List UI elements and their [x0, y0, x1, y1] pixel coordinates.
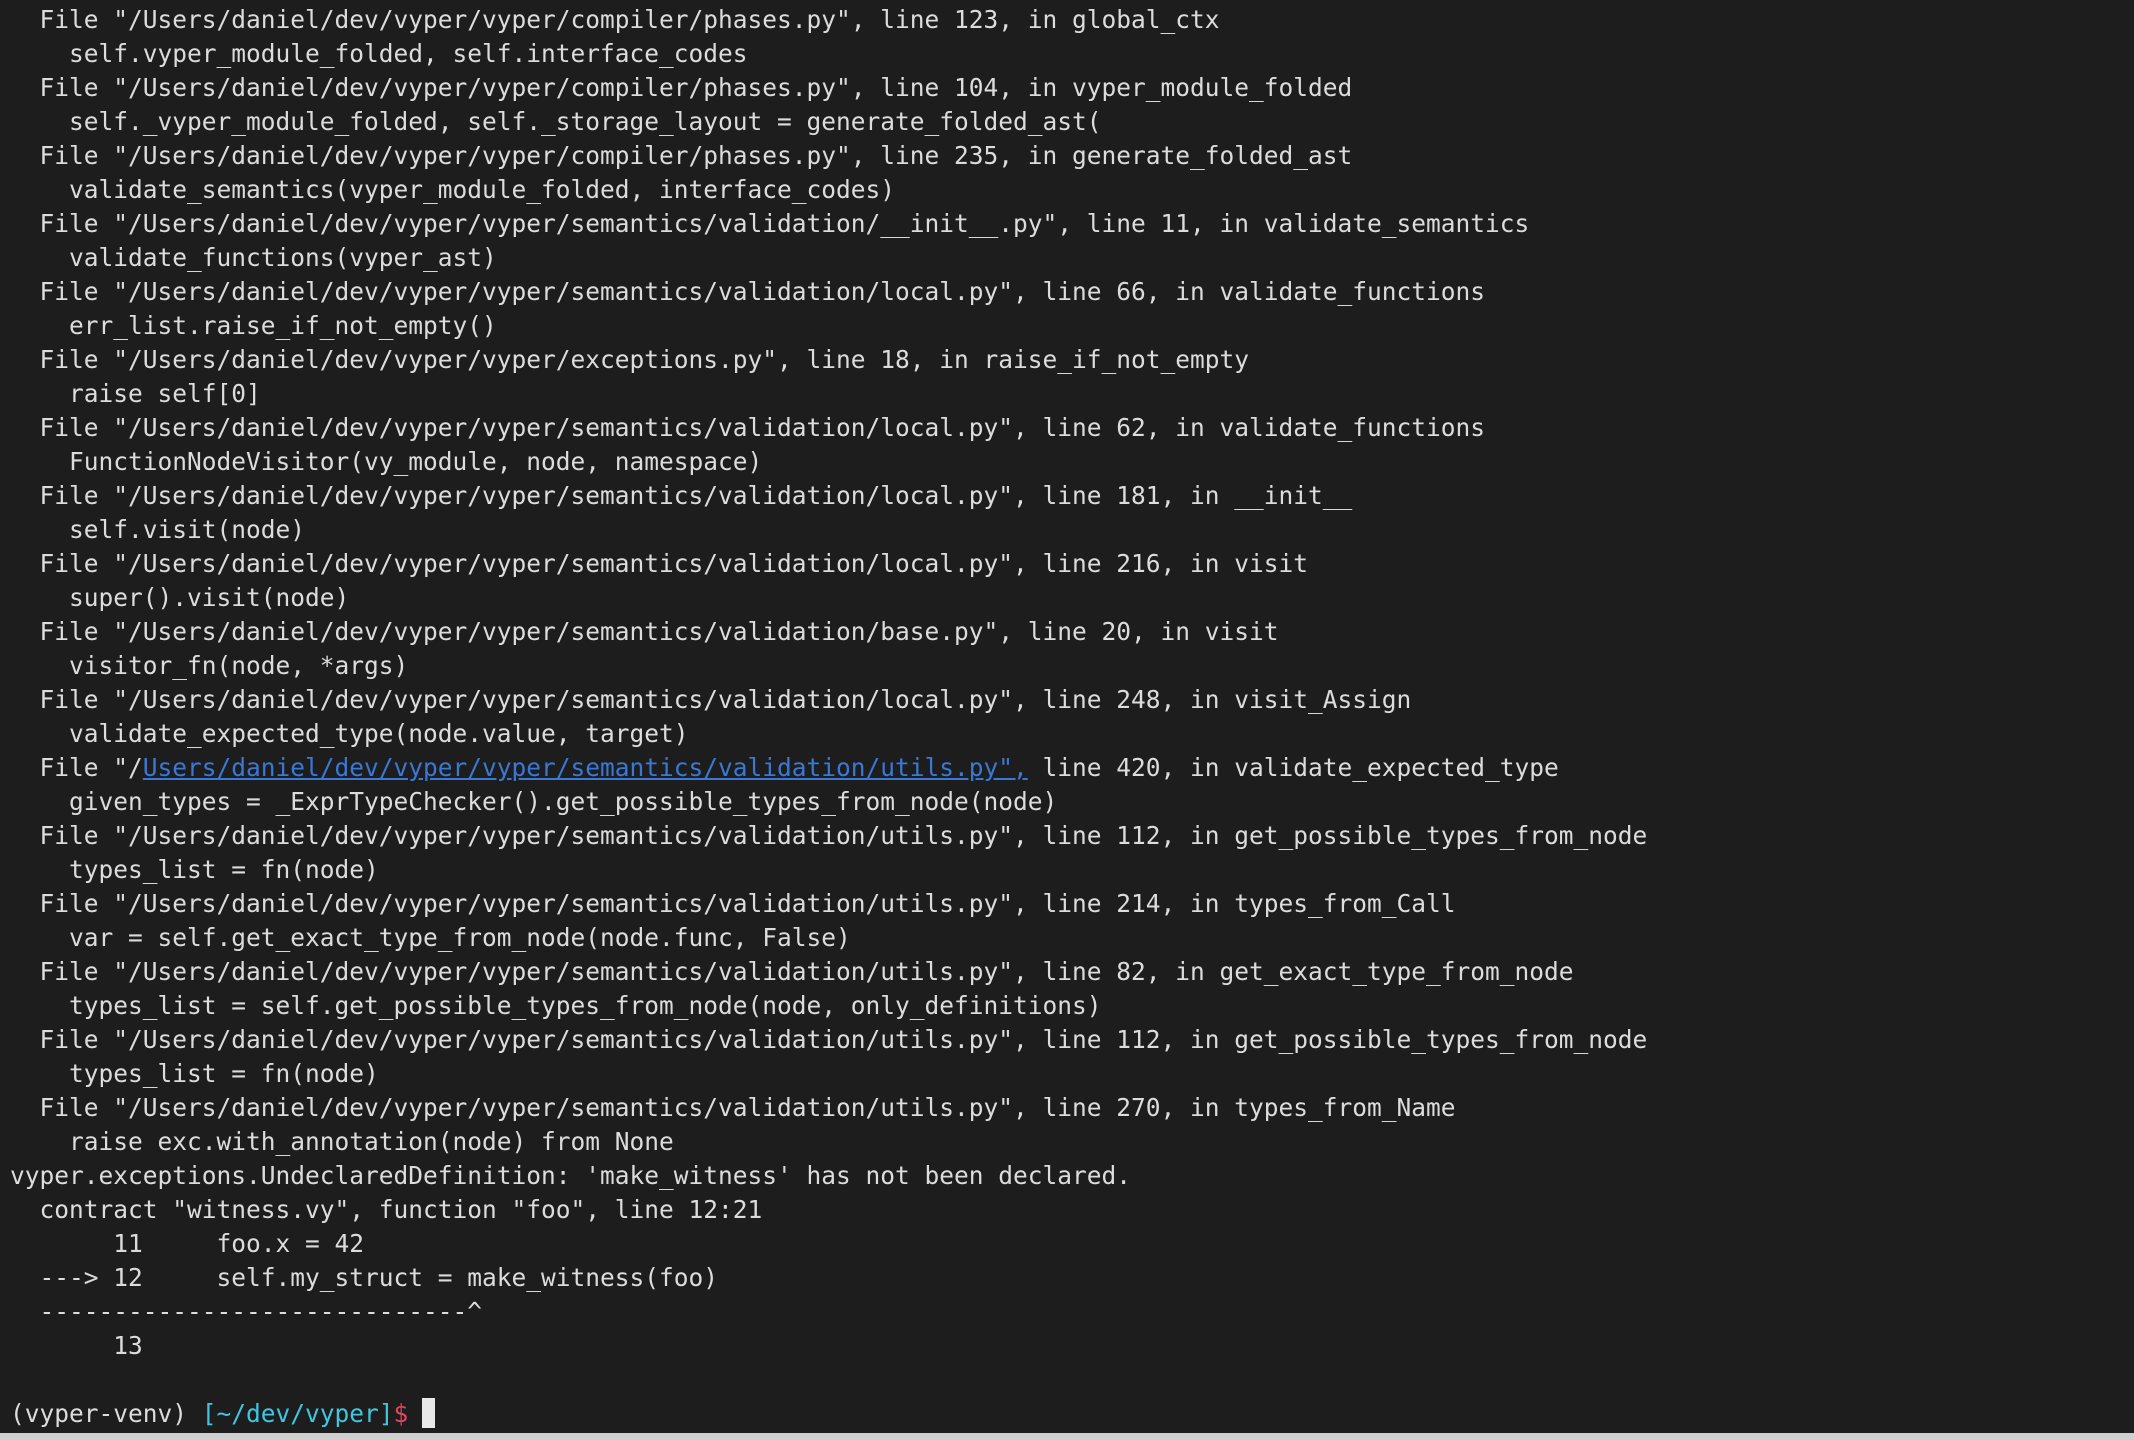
terminal-window[interactable]: File "/Users/daniel/dev/vyper/vyper/comp…: [0, 0, 2134, 1433]
traceback-line: File "/Users/daniel/dev/vyper/vyper/sema…: [10, 481, 1353, 510]
traceback-line: FunctionNodeVisitor(vy_module, node, nam…: [10, 447, 763, 476]
traceback-line: File "/Users/daniel/dev/vyper/vyper/sema…: [10, 277, 1486, 306]
traceback-line: validate_expected_type(node.value, targe…: [10, 719, 689, 748]
traceback-line: self.vyper_module_folded, self.interface…: [10, 39, 748, 68]
traceback-line: 11 foo.x = 42: [10, 1229, 365, 1258]
traceback-line: raise exc.with_annotation(node) from Non…: [10, 1127, 674, 1156]
traceback-line: File "/Users/daniel/dev/vyper/vyper/exce…: [10, 345, 1250, 374]
traceback-line: File "/Users/daniel/dev/vyper/vyper/sema…: [10, 413, 1486, 442]
text-cursor: [422, 1398, 436, 1428]
traceback-line: -----------------------------^: [10, 1297, 483, 1326]
traceback-link-line: File "/Users/daniel/dev/vyper/vyper/sema…: [10, 751, 2134, 785]
traceback-line: var = self.get_exact_type_from_node(node…: [10, 923, 851, 952]
traceback-line: File "/Users/daniel/dev/vyper/vyper/sema…: [10, 1025, 1648, 1054]
traceback-line: visitor_fn(node, *args): [10, 651, 409, 680]
traceback-line: raise self[0]: [10, 379, 261, 408]
traceback-line: File "/Users/daniel/dev/vyper/vyper/comp…: [10, 73, 1353, 102]
traceback-line: types_list = self.get_possible_types_fro…: [10, 991, 1102, 1020]
traceback-line: given_types = _ExprTypeChecker().get_pos…: [10, 787, 1058, 816]
shell-prompt[interactable]: (vyper-venv) [~/dev/vyper]$: [10, 1397, 2134, 1431]
traceback-line: File "/Users/daniel/dev/vyper/vyper/sema…: [10, 1093, 1456, 1122]
prompt-symbol: $: [393, 1399, 409, 1428]
traceback-line: err_list.raise_if_not_empty(): [10, 311, 497, 340]
traceback-line: super().visit(node): [10, 583, 350, 612]
traceback-line: File "/Users/daniel/dev/vyper/vyper/sema…: [10, 549, 1309, 578]
traceback-line: validate_functions(vyper_ast): [10, 243, 497, 272]
traceback-line: types_list = fn(node): [10, 855, 379, 884]
traceback-line: File "/Users/daniel/dev/vyper/vyper/comp…: [10, 141, 1353, 170]
link-line-suffix: line 420, in validate_expected_type: [1027, 753, 1559, 782]
traceback-line: ---> 12 self.my_struct = make_witness(fo…: [10, 1263, 719, 1292]
traceback-line: File "/Users/daniel/dev/vyper/vyper/sema…: [10, 617, 1279, 646]
traceback-line: File "/Users/daniel/dev/vyper/vyper/comp…: [10, 5, 1220, 34]
traceback-line: self._vyper_module_folded, self._storage…: [10, 107, 1102, 136]
traceback-line: 13: [10, 1331, 143, 1360]
traceback-line: File "/Users/daniel/dev/vyper/vyper/sema…: [10, 957, 1574, 986]
prompt-venv: (vyper-venv): [10, 1399, 202, 1428]
traceback-line: File "/Users/daniel/dev/vyper/vyper/sema…: [10, 889, 1456, 918]
link-line-prefix: File "/: [10, 753, 143, 782]
traceback-line: types_list = fn(node): [10, 1059, 379, 1088]
traceback-output-bottom: given_types = _ExprTypeChecker().get_pos…: [10, 785, 2134, 1363]
window-bottom-edge: [0, 1433, 2134, 1440]
prompt-directory: [~/dev/vyper]: [201, 1399, 394, 1428]
traceback-line: self.visit(node): [10, 515, 306, 544]
traceback-line: validate_semantics(vyper_module_folded, …: [10, 175, 896, 204]
traceback-line: File "/Users/daniel/dev/vyper/vyper/sema…: [10, 685, 1412, 714]
file-path-link[interactable]: Users/daniel/dev/vyper/vyper/semantics/v…: [143, 753, 1028, 782]
traceback-line: vyper.exceptions.UndeclaredDefinition: '…: [10, 1161, 1132, 1190]
traceback-line: contract "witness.vy", function "foo", l…: [10, 1195, 763, 1224]
traceback-output-top: File "/Users/daniel/dev/vyper/vyper/comp…: [10, 3, 2134, 751]
traceback-line: File "/Users/daniel/dev/vyper/vyper/sema…: [10, 821, 1648, 850]
traceback-line: File "/Users/daniel/dev/vyper/vyper/sema…: [10, 209, 1530, 238]
